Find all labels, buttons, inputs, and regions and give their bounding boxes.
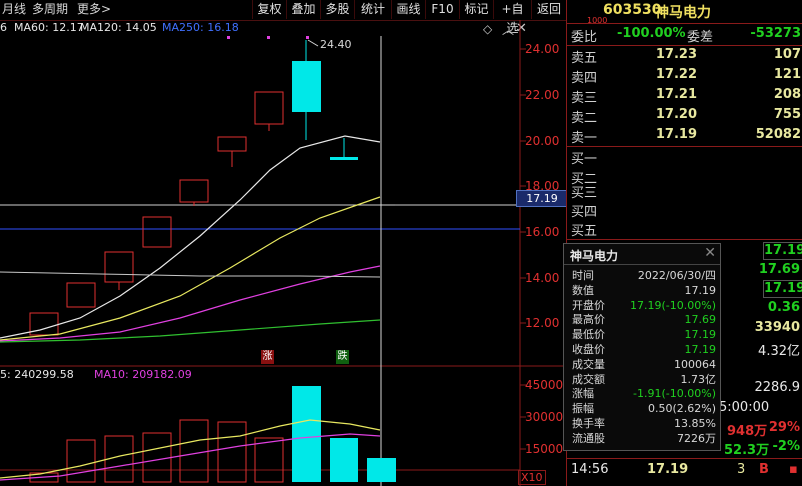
quote-field: 33940 [754, 320, 800, 335]
bid-row: 买四 [571, 205, 598, 220]
stock-code: 603530 [603, 2, 662, 18]
order-diff-label: 委差 [687, 30, 714, 45]
price-axis-label: 16.00 [525, 225, 560, 239]
volume-ma10: MA10: 209182.09 [94, 368, 192, 381]
data-tooltip[interactable]: 神马电力 ✕ 时间 2022/06/30/四数值 17.19 开盘价 17.19(-10… [563, 243, 721, 451]
close-icon[interactable]: ✕ [704, 245, 716, 261]
tooltip-value: -1.91(-10.00%) [633, 387, 716, 401]
up-marker: 涨 [261, 350, 274, 364]
tooltip-row: 成交额 1.73亿 [564, 373, 720, 387]
tooltip-value: 17.19 [684, 343, 717, 356]
tooltip-value: 100064 [674, 357, 716, 371]
tooltip-value: 13.85% [674, 417, 716, 430]
price-axis-label: 12.00 [525, 316, 560, 330]
quote-field: 4.32亿 [758, 344, 800, 359]
tooltip-row: 开盘价 17.19(-10.00%) [564, 299, 720, 313]
ask-row: 卖三 17.21 208 [571, 87, 801, 106]
kline-chart[interactable] [0, 0, 566, 486]
tooltip-key: 最高价 [572, 313, 605, 327]
trade-flag-icon: ▪ [789, 462, 798, 477]
current-price-marker: 17.19 [516, 190, 568, 207]
quote-field: 17.19 [763, 280, 802, 298]
tooltip-row: 最高价 17.69 [564, 313, 720, 327]
tooltip-key: 流通股 [572, 431, 605, 445]
volume-unit-label: X10 [518, 470, 546, 485]
tooltip-value: 2022/06/30/四 [637, 269, 716, 282]
tooltip-value: 17.19 [684, 283, 717, 297]
ask-row: 卖五 17.23 107 [571, 47, 801, 66]
tooltip-value: 1.73亿 [680, 372, 717, 386]
tooltip-row: 成交量 100064 [564, 358, 720, 372]
price-axis-label: 22.00 [525, 88, 560, 102]
quote-field: 17.69 [758, 262, 800, 277]
bid-row: 买五 [571, 224, 598, 239]
quote-field: 5:00:00 [719, 400, 770, 415]
trade-row: 14:56 17.19 3 B ▪ [571, 462, 798, 477]
tooltip-key: 涨幅 [572, 387, 594, 401]
price-axis-label: 24.00 [525, 42, 560, 56]
high-price-annotation: 24.40 [320, 38, 352, 51]
volume-value: 5: 240299.58 [0, 368, 74, 381]
ask-row: 卖二 17.20 755 [571, 107, 801, 126]
tooltip-row: 时间 2022/06/30/四 [564, 269, 720, 283]
ask-row: 卖四 17.22 121 [571, 67, 801, 86]
bid-row: 买一 [571, 152, 598, 167]
order-diff-value: -53273 [750, 26, 801, 41]
order-ratio-label: 委比 [571, 30, 598, 45]
volume-axis-label: 15000 [525, 442, 564, 456]
quote-field: 29% [768, 420, 800, 435]
tooltip-row: 数值 17.19 [564, 284, 720, 298]
tooltip-key: 数值 [572, 283, 594, 297]
order-ratio-value: -100.00% [617, 26, 686, 41]
stock-name: 神马电力 [655, 5, 711, 21]
quote-field: 52.3万 [724, 443, 770, 458]
tooltip-title: 神马电力 [570, 249, 619, 263]
quote-field: 948万 [727, 424, 768, 439]
bid-row: 买三 [571, 186, 598, 201]
quote-field: 0.36 [767, 300, 800, 315]
tooltip-key: 开盘价 [572, 298, 605, 312]
tooltip-value: 0.50(2.62%) [647, 402, 716, 416]
tooltip-row: 流通股 7226万 [564, 432, 720, 446]
ask-row: 卖一 17.19 52082 [571, 127, 801, 146]
tooltip-row: 振幅 0.50(2.62%) [564, 402, 720, 416]
down-marker: 跌 [336, 350, 349, 364]
tooltip-key: 收盘价 [572, 343, 605, 356]
tooltip-row: 换手率 13.85% [564, 417, 720, 431]
tooltip-row: 收盘价 17.19 [564, 343, 720, 357]
tooltip-row: 涨幅 -1.91(-10.00%) [564, 387, 720, 401]
price-axis-label: 14.00 [525, 271, 560, 285]
price-axis-label: 20.00 [525, 134, 560, 148]
tooltip-value: 17.69 [684, 313, 717, 327]
tooltip-key: 最低价 [572, 328, 605, 342]
quote-field: 17.19 [763, 242, 802, 260]
volume-axis-label: 30000 [525, 410, 564, 424]
volume-axis-label: 45000 [525, 378, 564, 392]
tooltip-row: 最低价 17.19 [564, 328, 720, 342]
tooltip-key: 成交额 [572, 372, 605, 386]
tooltip-key: 振幅 [572, 402, 594, 416]
quote-field: -2% [772, 439, 800, 454]
tooltip-key: 时间 [572, 269, 594, 282]
tooltip-value: 17.19(-10.00%) [630, 298, 716, 312]
tooltip-key: 换手率 [572, 417, 605, 430]
tooltip-value: 7226万 [677, 431, 716, 445]
tooltip-value: 17.19 [684, 328, 717, 342]
quote-field: 2286.9 [754, 380, 801, 395]
tooltip-key: 成交量 [572, 357, 605, 371]
